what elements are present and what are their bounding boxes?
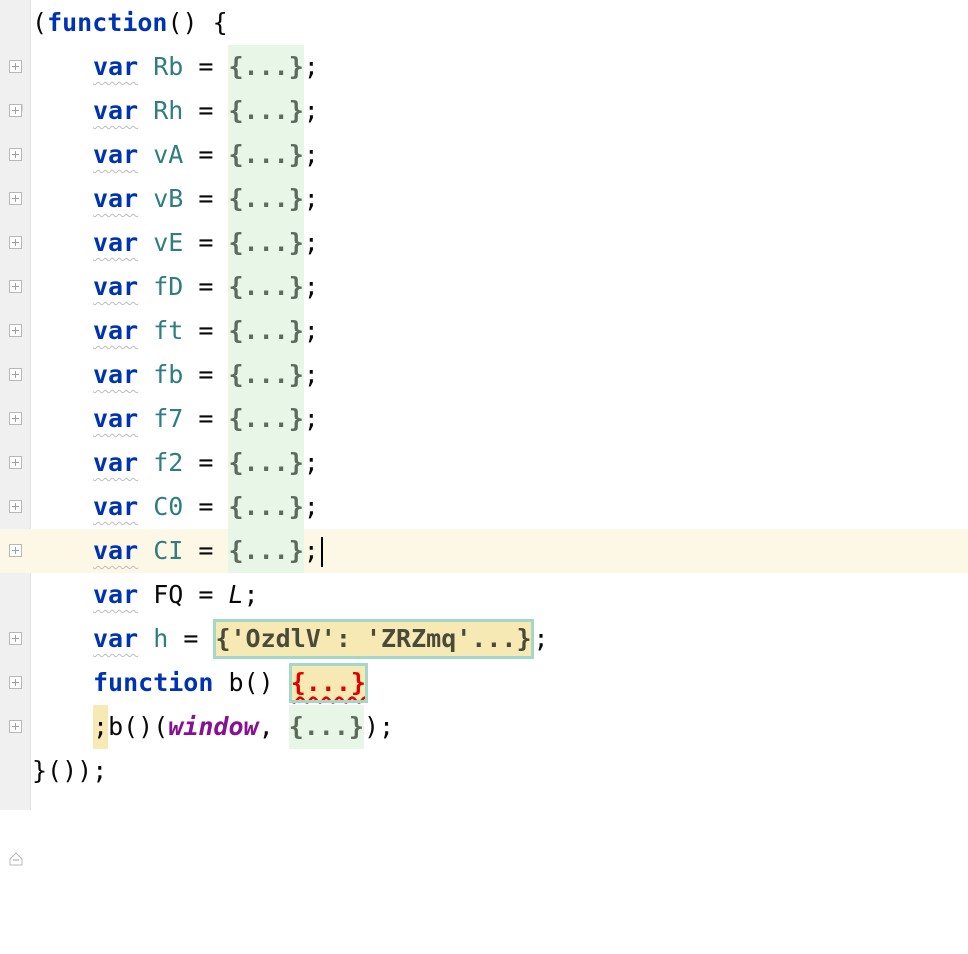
folded-region[interactable]: {...}	[228, 485, 304, 529]
text-caret	[320, 537, 323, 567]
folded-region[interactable]: {...}	[228, 177, 304, 221]
var-keyword: var	[93, 96, 139, 125]
variable-name: ft	[153, 316, 184, 345]
fold-expand-icon[interactable]	[9, 676, 22, 689]
code-line: var f7 = {...};	[0, 397, 968, 441]
folded-region[interactable]: {...}	[228, 397, 304, 441]
code-line: var Rh = {...};	[0, 89, 968, 133]
function-keyword: function	[47, 8, 168, 37]
code-line: var h = {'OzdlV': 'ZRZmq'...};	[0, 617, 968, 661]
closing-line: }());	[32, 756, 108, 785]
fold-expand-icon[interactable]	[9, 104, 22, 117]
variable-name: vA	[153, 140, 184, 169]
folded-region[interactable]: {...}	[228, 353, 304, 397]
fold-expand-icon[interactable]	[9, 720, 22, 733]
variable-name: CI	[153, 536, 184, 565]
fold-expand-icon[interactable]	[9, 500, 22, 513]
code-line: }());	[0, 749, 968, 866]
variable-name: f2	[153, 448, 184, 477]
var-keyword: var	[93, 360, 139, 389]
folded-region[interactable]: {...}	[228, 45, 304, 89]
var-keyword: var	[93, 404, 139, 433]
fold-collapse-icon[interactable]	[9, 16, 23, 118]
code-line: var f2 = {...};	[0, 441, 968, 485]
folded-function-body[interactable]: {...}	[288, 663, 368, 703]
folded-region[interactable]: {...}	[228, 221, 304, 265]
variable-name: FQ	[153, 580, 184, 609]
variable-name: C0	[153, 492, 184, 521]
folded-region[interactable]: {...}	[228, 529, 304, 573]
fold-expand-icon[interactable]	[9, 544, 22, 557]
code-line: function b() {...}	[0, 661, 968, 705]
var-keyword: var	[93, 140, 139, 169]
header-rest: () {	[167, 8, 228, 37]
code-line: ;b()(window, {...});	[0, 705, 968, 749]
fold-expand-icon[interactable]	[9, 368, 22, 381]
fold-expand-icon[interactable]	[9, 60, 22, 73]
leading-semicolon: ;	[93, 705, 109, 749]
code-editor[interactable]: (function() { var Rb = {...}; var Rh = {.…	[0, 0, 968, 866]
code-line-current: var CI = {...};	[0, 529, 968, 573]
code-line: var ft = {...};	[0, 309, 968, 353]
var-keyword: var	[93, 580, 139, 609]
call-expression: b()(	[108, 712, 169, 741]
var-keyword: var	[93, 624, 139, 653]
fold-expand-icon[interactable]	[9, 632, 22, 645]
function-name: b()	[228, 668, 274, 697]
folded-region[interactable]: {...}	[228, 309, 304, 353]
variable-name: fb	[153, 360, 184, 389]
folded-object-region[interactable]: {'OzdlV': 'ZRZmq'...}	[213, 619, 534, 659]
code-line: var Rb = {...};	[0, 45, 968, 89]
folded-region[interactable]: {...}	[228, 441, 304, 485]
code-line: var fb = {...};	[0, 353, 968, 397]
variable-name: Rh	[153, 96, 184, 125]
variable-name: h	[153, 624, 169, 653]
folded-region[interactable]: {...}	[228, 133, 304, 177]
fold-collapse-icon[interactable]	[9, 764, 23, 866]
function-keyword: function	[93, 668, 214, 697]
var-keyword: var	[93, 448, 139, 477]
variable-name: Rb	[153, 52, 184, 81]
code-line: var vE = {...};	[0, 221, 968, 265]
var-keyword: var	[93, 316, 139, 345]
fold-expand-icon[interactable]	[9, 324, 22, 337]
var-keyword: var	[93, 184, 139, 213]
code-line: var vB = {...};	[0, 177, 968, 221]
var-keyword: var	[93, 272, 139, 301]
var-keyword: var	[93, 228, 139, 257]
variable-name: vB	[153, 184, 184, 213]
code-line: var fD = {...};	[0, 265, 968, 309]
var-keyword: var	[93, 536, 139, 565]
var-keyword: var	[93, 52, 139, 81]
code-line: var vA = {...};	[0, 133, 968, 177]
window-global: window	[168, 712, 259, 741]
paren-open: (	[32, 8, 48, 37]
folded-region[interactable]: {...}	[228, 265, 304, 309]
variable-name: f7	[153, 404, 184, 433]
fold-expand-icon[interactable]	[9, 456, 22, 469]
var-keyword: var	[93, 492, 139, 521]
fold-expand-icon[interactable]	[9, 412, 22, 425]
fold-expand-icon[interactable]	[9, 148, 22, 161]
variable-name: vE	[153, 228, 184, 257]
folded-region[interactable]: {...}	[288, 705, 364, 749]
code-line: (function() {	[0, 1, 968, 118]
fold-expand-icon[interactable]	[9, 192, 22, 205]
code-line: var FQ = L;	[93, 580, 259, 609]
fold-expand-icon[interactable]	[9, 280, 22, 293]
folded-region[interactable]: {...}	[228, 89, 304, 133]
fold-expand-icon[interactable]	[9, 236, 22, 249]
variable-value: L	[228, 580, 244, 609]
code-line: var C0 = {...};	[0, 485, 968, 529]
variable-name: fD	[153, 272, 184, 301]
